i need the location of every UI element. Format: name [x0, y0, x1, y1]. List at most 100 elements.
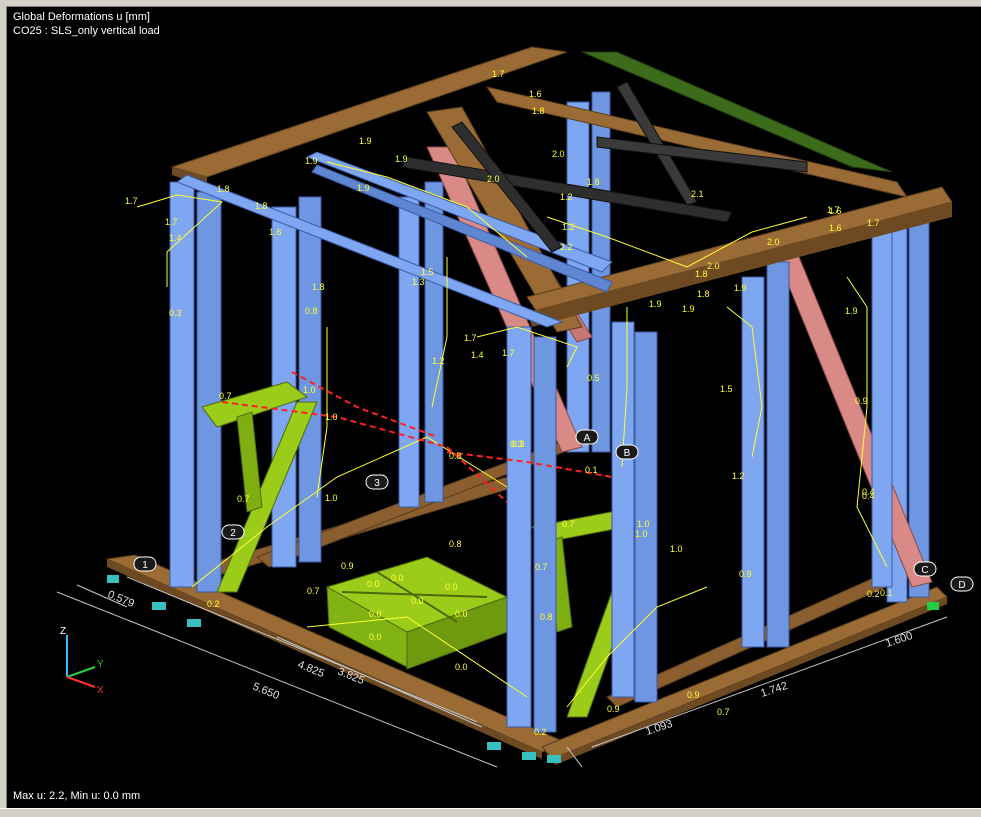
deformation-value-label: 0.0 — [369, 632, 382, 642]
deformation-value-label: 0.0 — [411, 596, 424, 606]
deformation-value-label: 0.7 — [562, 519, 575, 529]
deformation-value-label: 1.2 — [432, 356, 445, 366]
deformation-value-label: 1.6 — [829, 223, 842, 233]
deformation-value-label: 1.8 — [312, 282, 325, 292]
app-window: Global Deformations u [mm] CO25 : SLS_on… — [0, 0, 981, 817]
grid-marker-label: 1 — [142, 560, 148, 571]
deformation-value-label: 1.9 — [649, 299, 662, 309]
deformation-value-label: 0.8 — [305, 306, 318, 316]
deformation-value-label: 0.0 — [445, 582, 458, 592]
deformation-value-label: 0.0 — [455, 609, 468, 619]
deformation-value-label: 2.0 — [552, 149, 565, 159]
deformation-value-label: 0.4 — [862, 487, 875, 497]
deformation-value-label: 0.1 — [880, 588, 893, 598]
deformation-value-label: 0.7 — [717, 707, 730, 717]
grid-marker-d: D — [950, 576, 974, 592]
deformation-value-label: 0.9 — [687, 690, 700, 700]
deformation-value-label: 1.2 — [562, 222, 575, 232]
deformation-value-label: 1.9 — [682, 304, 695, 314]
grid-marker-label: A — [584, 433, 591, 444]
deformation-value-label: 0.9 — [739, 569, 752, 579]
dimension-value: 1.600 — [884, 630, 914, 650]
deformation-value-label: 1.8 — [532, 106, 545, 116]
deformation-value-label: 1.0 — [670, 544, 683, 554]
deformation-value-label: 1.2 — [732, 471, 745, 481]
deformation-value-label: 1.5 — [421, 267, 434, 277]
deformation-value-label: 0.7 — [219, 391, 232, 401]
deformation-value-label: 1.0 — [303, 385, 316, 395]
deformation-value-label: 0.7 — [307, 586, 320, 596]
y-axis-line — [66, 666, 96, 678]
deformation-value-label: 2.1 — [691, 189, 704, 199]
deformation-value-label: 1.8 — [217, 184, 230, 194]
deformation-value-label: 0.2 — [867, 589, 880, 599]
dimension-value: 0.579 — [106, 589, 136, 610]
deformation-value-label: 0.8 — [540, 612, 553, 622]
grid-marker-label: 3 — [374, 478, 380, 489]
deformation-value-label: 0.0 — [455, 662, 468, 672]
deformation-value-label: 1.9 — [845, 306, 858, 316]
deformation-value-label: 1.8 — [695, 269, 708, 279]
deformation-value-label: 1.0 — [325, 412, 338, 422]
grid-marker-label: C — [921, 565, 928, 576]
deformation-value-label: 1.7 — [125, 196, 138, 206]
y-axis-label: Y — [97, 659, 104, 670]
deformation-value-label: 1.0 — [637, 519, 650, 529]
deformation-value-label: 0.0 — [367, 579, 380, 589]
deformation-value-label: 2.0 — [707, 261, 720, 271]
deformation-value-label: 1.4 — [471, 350, 484, 360]
deformation-value-label: 0.2 — [534, 727, 547, 737]
deformation-value-label: 1.7 — [502, 348, 515, 358]
deformation-value-label: 1.9 — [305, 156, 318, 166]
grid-marker-label: B — [624, 448, 631, 459]
deformation-value-label: 0.9 — [855, 396, 868, 406]
deformation-value-label: 2.0 — [767, 237, 780, 247]
deformation-value-label: 1.8 — [255, 201, 268, 211]
deformation-value-label: 0.8 — [449, 451, 462, 461]
z-axis-label: Z — [60, 626, 66, 637]
deformation-value-label: 0.7 — [237, 494, 250, 504]
deformation-value-label: 1.6 — [529, 89, 542, 99]
deformation-value-label: 0.3 — [169, 308, 182, 318]
grid-marker-a: A — [575, 429, 599, 445]
deformation-value-label: 2.2 — [560, 242, 573, 252]
grid-marker-label: D — [958, 580, 965, 591]
deformation-value-label: 1.0 — [635, 529, 648, 539]
deformation-value-label: 0.0 — [391, 573, 404, 583]
deformation-value-label: 1.7 — [464, 333, 477, 343]
deformation-value-label: 1.4 — [169, 233, 182, 243]
deformation-value-label: 1.7 — [165, 217, 178, 227]
deformation-value-label: 0.2 — [207, 599, 220, 609]
deformation-value-label: 0.9 — [341, 561, 354, 571]
deformation-value-label: 1.9 — [395, 154, 408, 164]
grid-marker-c: C — [913, 561, 937, 577]
grid-marker-3: 3 — [365, 474, 389, 490]
deformation-value-label: 1.9 — [359, 136, 372, 146]
deformation-value-label: 1.9 — [357, 183, 370, 193]
deformation-value-label: 0.0 — [369, 609, 382, 619]
x-axis-label: X — [97, 685, 104, 696]
deformation-value-label: 1.7 — [867, 218, 880, 228]
x-axis-line — [66, 676, 96, 688]
axis-triad: Z Y X — [60, 626, 104, 696]
deformation-value-label: 1.8 — [697, 289, 710, 299]
grid-marker-b: B — [615, 444, 639, 460]
structure-model: 0.5795.6504.825 3.8251.0931.7421.600 123A… — [56, 46, 974, 768]
3d-model-viewport[interactable]: Global Deformations u [mm] CO25 : SLS_on… — [6, 6, 981, 808]
deformation-value-label: 0.1 — [585, 465, 598, 475]
deformation-value-label: 1.0 — [325, 493, 338, 503]
deformation-value-label: 0.8 — [449, 539, 462, 549]
deformation-value-label: 0.7 — [535, 562, 548, 572]
deformation-value-label: 1.2 — [560, 192, 573, 202]
deformation-value-label: 1.7 — [827, 205, 840, 215]
grid-marker-1: 1 — [133, 556, 157, 572]
dimension-value: 5.650 — [251, 681, 281, 702]
dimension-value: 1.742 — [759, 680, 789, 700]
dimension-value: 4.825 — [296, 659, 326, 680]
deformation-value-label: 1.3 — [412, 277, 425, 287]
deformation-value-label: 0.3 — [512, 439, 525, 449]
deformation-value-label: 1.5 — [720, 384, 733, 394]
grid-marker-2: 2 — [221, 524, 245, 540]
deformation-value-label: 1.8 — [587, 177, 600, 187]
deformation-value-label: 0.5 — [587, 373, 600, 383]
